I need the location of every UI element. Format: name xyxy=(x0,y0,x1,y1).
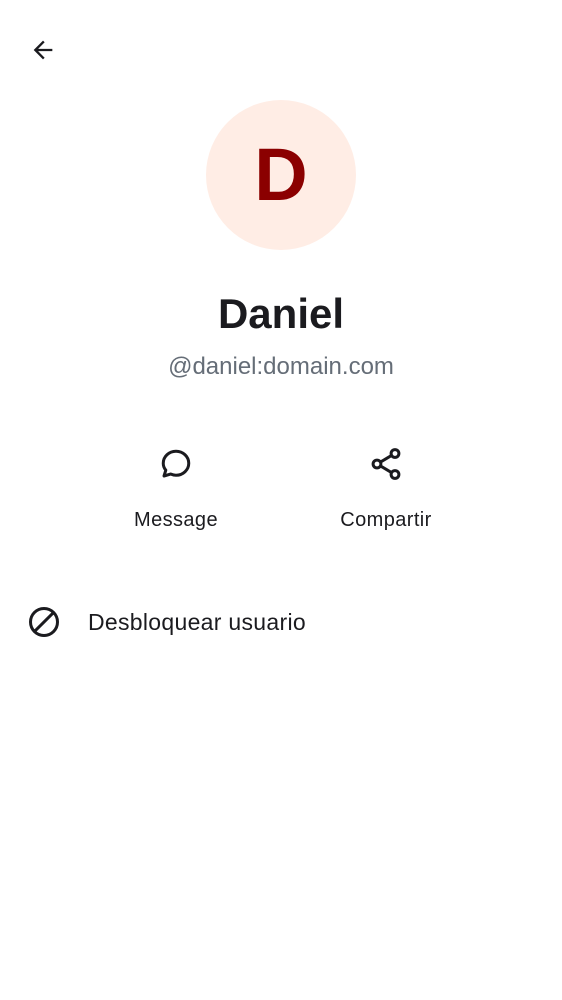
display-name: Daniel xyxy=(217,290,345,337)
message-label: Message xyxy=(134,509,218,531)
arrow-back-icon xyxy=(33,40,53,60)
message-button[interactable]: Message xyxy=(101,440,251,540)
avatar-initial: D xyxy=(254,133,308,216)
share-icon xyxy=(366,440,406,488)
unblock-user-item[interactable]: Desbloquear usuario xyxy=(0,592,562,652)
block-icon xyxy=(24,602,64,642)
avatar[interactable]: D xyxy=(206,100,356,250)
back-button[interactable] xyxy=(23,30,63,70)
share-button[interactable]: Compartir xyxy=(311,440,461,540)
unblock-user-label: Desbloquear usuario xyxy=(88,608,306,635)
share-label: Compartir xyxy=(340,509,432,531)
user-id: @daniel:domain.com xyxy=(168,353,394,380)
chat-bubble-icon xyxy=(156,440,196,488)
